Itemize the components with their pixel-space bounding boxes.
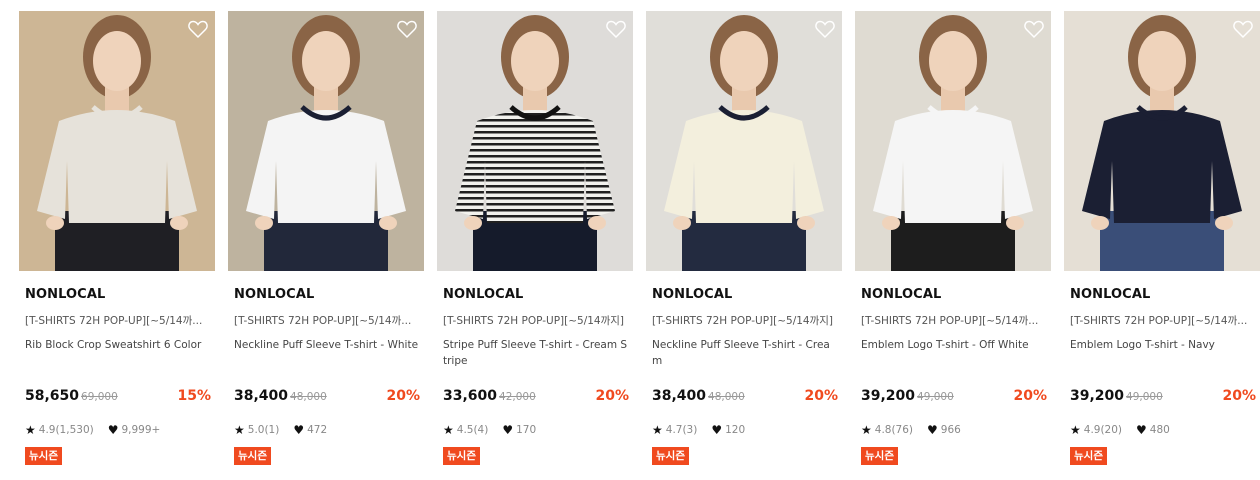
sale-price: 33,600	[443, 388, 498, 404]
sale-price: 38,400	[234, 388, 289, 404]
new-season-badge: 뉴시즌	[25, 447, 62, 465]
heart-icon[interactable]	[1023, 18, 1045, 40]
new-season-badge: 뉴시즌	[861, 447, 898, 465]
price-row: 33,600 42,000	[443, 388, 536, 404]
product-name[interactable]: Emblem Logo T-shirt - Navy	[1070, 337, 1256, 353]
heart-filled-icon: ♥	[711, 423, 723, 437]
product-name[interactable]: Stripe Puff Sleeve T-shirt - Cream Strip…	[443, 337, 629, 369]
product-image[interactable]	[437, 11, 633, 271]
product-stats: ★ 4.5(4) ♥ 170	[443, 423, 536, 437]
promo-label: [T-SHIRTS 72H POP-UP][~5/14까...	[25, 315, 203, 327]
brand-name[interactable]: NONLOCAL	[1070, 287, 1150, 302]
like-count: 170	[516, 424, 537, 436]
product-card[interactable]: NONLOCAL [T-SHIRTS 72H POP-UP][~5/14까지] Ne…	[646, 0, 842, 480]
heart-icon[interactable]	[814, 18, 836, 40]
product-name[interactable]: Emblem Logo T-shirt - Off White	[861, 337, 1047, 353]
product-name[interactable]: Neckline Puff Sleeve T-shirt - Cream	[652, 337, 838, 369]
brand-name[interactable]: NONLOCAL	[25, 287, 105, 302]
discount-rate: 20%	[595, 388, 629, 404]
original-price: 48,000	[708, 391, 745, 403]
product-stats: ★ 4.9(1,530) ♥ 9,999+	[25, 423, 160, 437]
original-price: 69,000	[81, 391, 118, 403]
heart-icon[interactable]	[605, 18, 627, 40]
star-icon: ★	[234, 423, 245, 437]
rating-text: 4.7(3)	[665, 424, 698, 436]
star-icon: ★	[652, 423, 663, 437]
rating-text: 4.9(1,530)	[38, 424, 94, 436]
heart-filled-icon: ♥	[293, 423, 305, 437]
discount-rate: 20%	[1013, 388, 1047, 404]
heart-icon[interactable]	[187, 18, 209, 40]
product-image[interactable]	[19, 11, 215, 271]
sale-price: 58,650	[25, 388, 80, 404]
product-card[interactable]: NONLOCAL [T-SHIRTS 72H POP-UP][~5/14까... E…	[1064, 0, 1260, 480]
product-image[interactable]	[1064, 11, 1260, 271]
product-stats: ★ 4.7(3) ♥ 120	[652, 423, 745, 437]
like-count: 472	[307, 424, 328, 436]
heart-icon[interactable]	[396, 18, 418, 40]
like-count: 9,999+	[121, 424, 161, 436]
brand-name[interactable]: NONLOCAL	[234, 287, 314, 302]
sale-price: 38,400	[652, 388, 707, 404]
product-stats: ★ 4.8(76) ♥ 966	[861, 423, 961, 437]
star-icon: ★	[861, 423, 872, 437]
rating-text: 5.0(1)	[247, 424, 280, 436]
product-card[interactable]: NONLOCAL [T-SHIRTS 72H POP-UP][~5/14까... N…	[228, 0, 424, 480]
heart-filled-icon: ♥	[927, 423, 938, 437]
rating-text: 4.5(4)	[456, 424, 489, 436]
product-card[interactable]: NONLOCAL [T-SHIRTS 72H POP-UP][~5/14까... E…	[855, 0, 1051, 480]
product-stats: ★ 5.0(1) ♥ 472	[234, 423, 327, 437]
like-count: 966	[940, 424, 961, 436]
original-price: 48,000	[290, 391, 327, 403]
promo-label: [T-SHIRTS 72H POP-UP][~5/14까...	[1070, 315, 1248, 327]
product-image[interactable]	[646, 11, 842, 271]
promo-label: [T-SHIRTS 72H POP-UP][~5/14까...	[234, 315, 412, 327]
price-row: 38,400 48,000	[652, 388, 745, 404]
brand-name[interactable]: NONLOCAL	[652, 287, 732, 302]
new-season-badge: 뉴시즌	[652, 447, 689, 465]
new-season-badge: 뉴시즌	[1070, 447, 1107, 465]
brand-name[interactable]: NONLOCAL	[443, 287, 523, 302]
product-grid: NONLOCAL [T-SHIRTS 72H POP-UP][~5/14까... R…	[0, 0, 1260, 480]
rating-text: 4.9(20)	[1083, 424, 1123, 436]
sale-price: 39,200	[1070, 388, 1125, 404]
product-name[interactable]: Rib Block Crop Sweatshirt 6 Color	[25, 337, 211, 353]
star-icon: ★	[1070, 423, 1081, 437]
product-stats: ★ 4.9(20) ♥ 480	[1070, 423, 1170, 437]
heart-icon[interactable]	[1232, 18, 1254, 40]
original-price: 49,000	[1126, 391, 1163, 403]
new-season-badge: 뉴시즌	[234, 447, 271, 465]
price-row: 58,650 69,000	[25, 388, 118, 404]
original-price: 49,000	[917, 391, 954, 403]
rating-text: 4.8(76)	[874, 424, 914, 436]
heart-filled-icon: ♥	[1136, 423, 1147, 437]
product-image[interactable]	[228, 11, 424, 271]
heart-filled-icon: ♥	[502, 423, 514, 437]
like-count: 120	[725, 424, 746, 436]
promo-label: [T-SHIRTS 72H POP-UP][~5/14까지]	[443, 315, 625, 327]
discount-rate: 20%	[386, 388, 420, 404]
price-row: 38,400 48,000	[234, 388, 327, 404]
product-card[interactable]: NONLOCAL [T-SHIRTS 72H POP-UP][~5/14까... R…	[19, 0, 215, 480]
product-image[interactable]	[855, 11, 1051, 271]
brand-name[interactable]: NONLOCAL	[861, 287, 941, 302]
star-icon: ★	[443, 423, 454, 437]
discount-rate: 20%	[1222, 388, 1256, 404]
discount-rate: 15%	[177, 388, 211, 404]
promo-label: [T-SHIRTS 72H POP-UP][~5/14까지]	[652, 315, 834, 327]
product-card[interactable]: NONLOCAL [T-SHIRTS 72H POP-UP][~5/14까지] St…	[437, 0, 633, 480]
price-row: 39,200 49,000	[1070, 388, 1163, 404]
price-row: 39,200 49,000	[861, 388, 954, 404]
original-price: 42,000	[499, 391, 536, 403]
new-season-badge: 뉴시즌	[443, 447, 480, 465]
discount-rate: 20%	[804, 388, 838, 404]
heart-filled-icon: ♥	[107, 423, 119, 437]
sale-price: 39,200	[861, 388, 916, 404]
product-name[interactable]: Neckline Puff Sleeve T-shirt - White	[234, 337, 420, 353]
promo-label: [T-SHIRTS 72H POP-UP][~5/14까...	[861, 315, 1039, 327]
like-count: 480	[1149, 424, 1170, 436]
star-icon: ★	[25, 423, 36, 437]
